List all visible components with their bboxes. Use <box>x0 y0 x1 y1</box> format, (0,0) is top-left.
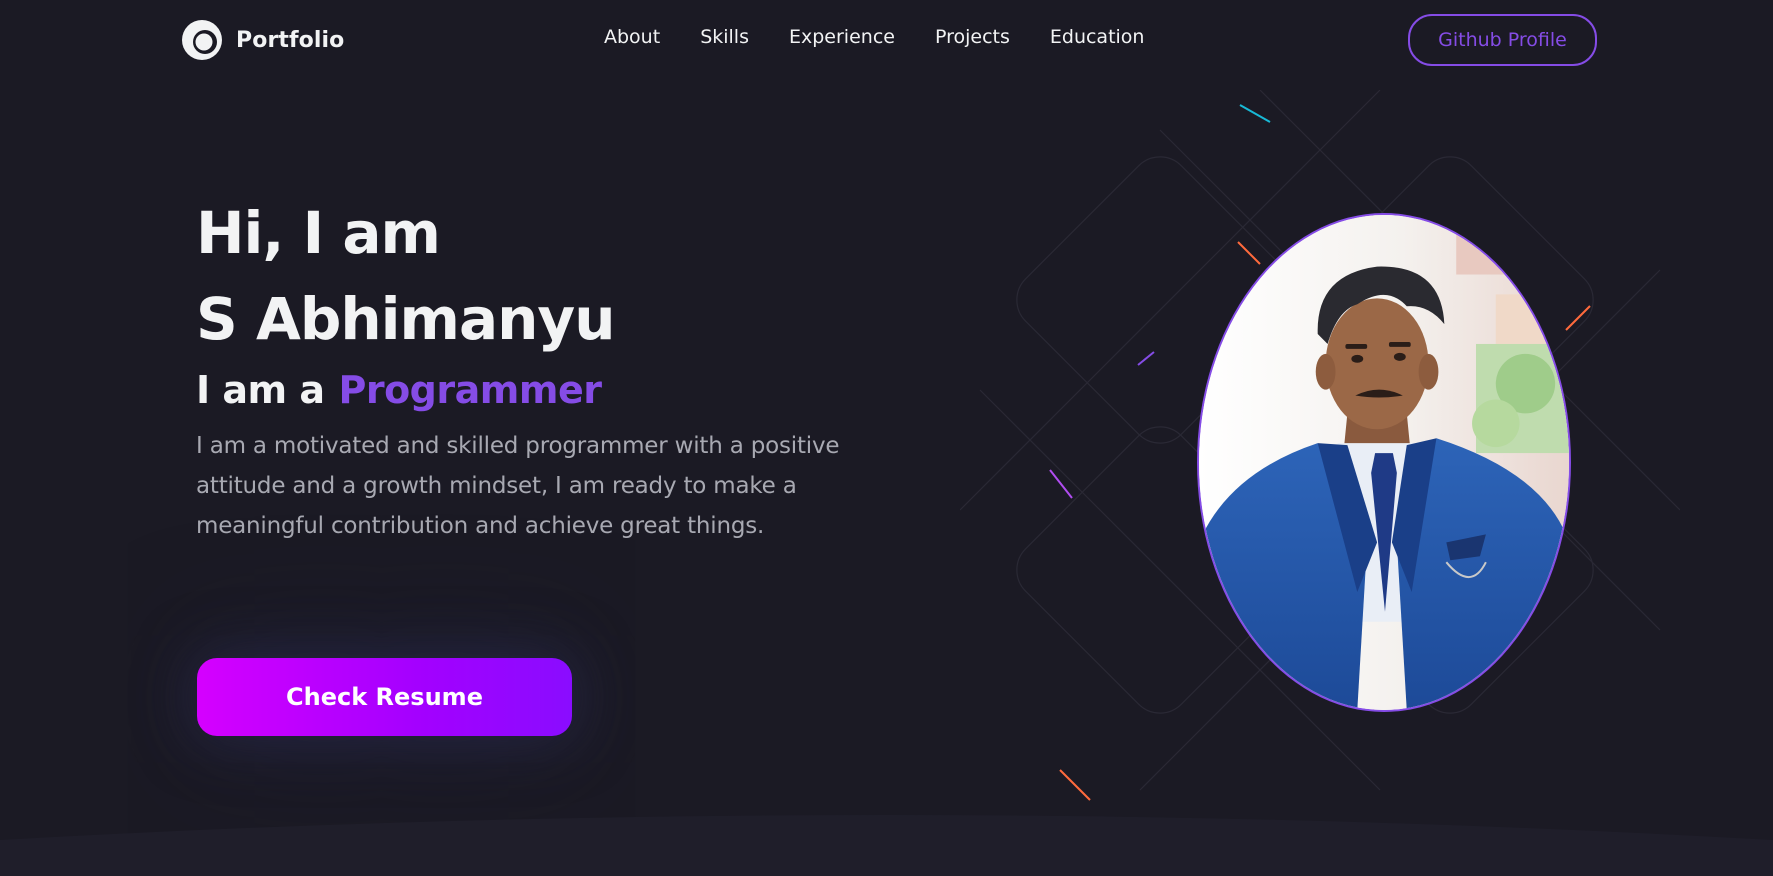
nav-link-education[interactable]: Education <box>1050 26 1145 48</box>
hero-role-prefix: I am a <box>196 368 325 412</box>
hero-role-typewriter: Programmer <box>338 368 602 412</box>
hero-greeting: Hi, I am <box>196 199 441 267</box>
nav-link-projects[interactable]: Projects <box>935 26 1010 48</box>
hero-text: Hi, I am S Abhimanyu I am a Programmer I… <box>196 190 896 546</box>
nav-link-experience[interactable]: Experience <box>789 26 895 48</box>
hero-role-line: I am a Programmer <box>196 368 896 412</box>
nav-link-about[interactable]: About <box>604 26 660 48</box>
check-resume-button[interactable]: Check Resume <box>197 658 572 736</box>
nav-link-skills[interactable]: Skills <box>700 26 749 48</box>
logo-icon <box>182 20 222 60</box>
nav-links: About Skills Experience Projects Educati… <box>604 26 1144 48</box>
section-divider <box>0 815 1773 876</box>
hero-description: I am a motivated and skilled programmer … <box>196 433 840 539</box>
page: Portfolio About Skills Experience Projec… <box>0 0 1773 876</box>
hero-name: S Abhimanyu <box>196 285 616 353</box>
logo-link[interactable]: Portfolio <box>180 19 344 61</box>
logo-text: Portfolio <box>236 27 345 53</box>
profile-photo <box>1197 213 1571 712</box>
top-navbar: Portfolio About Skills Experience Projec… <box>0 0 1773 80</box>
github-profile-button[interactable]: Github Profile <box>1408 14 1597 66</box>
